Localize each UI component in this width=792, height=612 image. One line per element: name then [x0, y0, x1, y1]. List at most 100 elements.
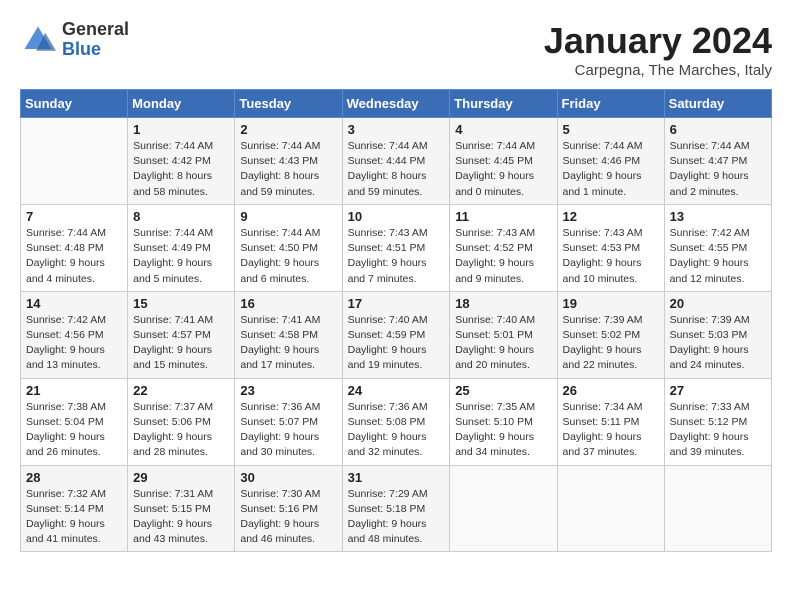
title-section: January 2024 Carpegna, The Marches, Ital… [544, 20, 772, 79]
day-number: 11 [455, 209, 551, 224]
calendar-day-cell: 18 Sunrise: 7:40 AM Sunset: 5:01 PM Dayli… [450, 291, 557, 378]
calendar-week-row: 21Sunrise: 7:38 AM Sunset: 5:04 PM Dayli… [21, 378, 772, 465]
day-number: 31 [348, 470, 445, 485]
calendar-day-cell: 13 Sunrise: 7:42 AM Sunset: 4:55 PM Dayli… [664, 204, 771, 291]
day-info: Sunrise: 7:40 AM Sunset: 4:59 PM Dayligh… [348, 313, 445, 374]
day-info: Sunrise: 7:42 AM Sunset: 4:56 PM Dayligh… [26, 313, 122, 374]
day-number: 7 [26, 209, 122, 224]
calendar-day-cell: 25Sunrise: 7:35 AM Sunset: 5:10 PM Dayli… [450, 378, 557, 465]
day-info: Sunrise: 7:43 AM Sunset: 4:53 PM Dayligh… [563, 226, 659, 287]
day-number: 21 [26, 383, 122, 398]
calendar-day-cell: 21Sunrise: 7:38 AM Sunset: 5:04 PM Dayli… [21, 378, 128, 465]
day-info: Sunrise: 7:36 AM Sunset: 5:08 PM Dayligh… [348, 400, 445, 461]
calendar-day-cell: 7 Sunrise: 7:44 AM Sunset: 4:48 PM Daylig… [21, 204, 128, 291]
day-number: 24 [348, 383, 445, 398]
day-info: Sunrise: 7:37 AM Sunset: 5:06 PM Dayligh… [133, 400, 229, 461]
calendar-week-row: 14Sunrise: 7:42 AM Sunset: 4:56 PM Dayli… [21, 291, 772, 378]
day-number: 23 [240, 383, 336, 398]
day-number: 19 [563, 296, 659, 311]
calendar-day-cell: 23 Sunrise: 7:36 AM Sunset: 5:07 PM Dayli… [235, 378, 342, 465]
day-number: 30 [240, 470, 336, 485]
logo-text: General Blue [62, 20, 129, 60]
day-info: Sunrise: 7:41 AM Sunset: 4:57 PM Dayligh… [133, 313, 229, 374]
day-info: Sunrise: 7:44 AM Sunset: 4:46 PM Dayligh… [563, 139, 659, 200]
day-number: 3 [348, 122, 445, 137]
day-number: 18 [455, 296, 551, 311]
logo: General Blue [20, 20, 129, 60]
day-info: Sunrise: 7:44 AM Sunset: 4:45 PM Dayligh… [455, 139, 551, 200]
calendar-day-cell: 24 Sunrise: 7:36 AM Sunset: 5:08 PM Dayli… [342, 378, 450, 465]
day-info: Sunrise: 7:29 AM Sunset: 5:18 PM Dayligh… [348, 487, 445, 548]
weekday-header: Wednesday [342, 90, 450, 118]
calendar-day-cell: 15 Sunrise: 7:41 AM Sunset: 4:57 PM Dayli… [128, 291, 235, 378]
calendar-day-cell: 5 Sunrise: 7:44 AM Sunset: 4:46 PM Daylig… [557, 118, 664, 205]
day-number: 6 [670, 122, 766, 137]
calendar-day-cell: 20Sunrise: 7:39 AM Sunset: 5:03 PM Dayli… [664, 291, 771, 378]
weekday-header: Saturday [664, 90, 771, 118]
calendar-day-cell: 10 Sunrise: 7:43 AM Sunset: 4:51 PM Dayli… [342, 204, 450, 291]
day-number: 28 [26, 470, 122, 485]
day-info: Sunrise: 7:44 AM Sunset: 4:44 PM Dayligh… [348, 139, 445, 200]
day-number: 27 [670, 383, 766, 398]
weekday-header: Thursday [450, 90, 557, 118]
calendar-day-cell: 27 Sunrise: 7:33 AM Sunset: 5:12 PM Dayli… [664, 378, 771, 465]
calendar-day-cell: 9Sunrise: 7:44 AM Sunset: 4:50 PM Daylig… [235, 204, 342, 291]
calendar-day-cell: 29 Sunrise: 7:31 AM Sunset: 5:15 PM Dayli… [128, 465, 235, 552]
day-info: Sunrise: 7:36 AM Sunset: 5:07 PM Dayligh… [240, 400, 336, 461]
day-info: Sunrise: 7:30 AM Sunset: 5:16 PM Dayligh… [240, 487, 336, 548]
day-info: Sunrise: 7:40 AM Sunset: 5:01 PM Dayligh… [455, 313, 551, 374]
day-number: 17 [348, 296, 445, 311]
day-info: Sunrise: 7:44 AM Sunset: 4:50 PM Dayligh… [240, 226, 336, 287]
day-number: 20 [670, 296, 766, 311]
day-number: 29 [133, 470, 229, 485]
calendar-day-cell: 19 Sunrise: 7:39 AM Sunset: 5:02 PM Dayli… [557, 291, 664, 378]
day-number: 4 [455, 122, 551, 137]
calendar-week-row: 1 Sunrise: 7:44 AM Sunset: 4:42 PM Daylig… [21, 118, 772, 205]
day-info: Sunrise: 7:34 AM Sunset: 5:11 PM Dayligh… [563, 400, 659, 461]
day-number: 5 [563, 122, 659, 137]
calendar-day-cell: 3 Sunrise: 7:44 AM Sunset: 4:44 PM Daylig… [342, 118, 450, 205]
calendar-day-cell: 30 Sunrise: 7:30 AM Sunset: 5:16 PM Dayli… [235, 465, 342, 552]
location-subtitle: Carpegna, The Marches, Italy [544, 62, 772, 79]
day-info: Sunrise: 7:44 AM Sunset: 4:48 PM Dayligh… [26, 226, 122, 287]
day-number: 1 [133, 122, 229, 137]
calendar-day-cell: 1 Sunrise: 7:44 AM Sunset: 4:42 PM Daylig… [128, 118, 235, 205]
calendar-day-cell: 17 Sunrise: 7:40 AM Sunset: 4:59 PM Dayli… [342, 291, 450, 378]
day-number: 13 [670, 209, 766, 224]
day-number: 12 [563, 209, 659, 224]
day-number: 16 [240, 296, 336, 311]
day-info: Sunrise: 7:32 AM Sunset: 5:14 PM Dayligh… [26, 487, 122, 548]
logo-icon [20, 22, 56, 58]
calendar-day-cell [664, 465, 771, 552]
day-number: 8 [133, 209, 229, 224]
calendar-day-cell: 28 Sunrise: 7:32 AM Sunset: 5:14 PM Dayli… [21, 465, 128, 552]
day-number: 26 [563, 383, 659, 398]
calendar-week-row: 7 Sunrise: 7:44 AM Sunset: 4:48 PM Daylig… [21, 204, 772, 291]
calendar-day-cell: 12 Sunrise: 7:43 AM Sunset: 4:53 PM Dayli… [557, 204, 664, 291]
calendar-header-row: SundayMondayTuesdayWednesdayThursdayFrid… [21, 90, 772, 118]
weekday-header: Monday [128, 90, 235, 118]
calendar-day-cell: 8 Sunrise: 7:44 AM Sunset: 4:49 PM Daylig… [128, 204, 235, 291]
calendar-day-cell: 6 Sunrise: 7:44 AM Sunset: 4:47 PM Daylig… [664, 118, 771, 205]
page-header: General Blue January 2024 Carpegna, The … [20, 20, 772, 79]
day-info: Sunrise: 7:44 AM Sunset: 4:49 PM Dayligh… [133, 226, 229, 287]
day-info: Sunrise: 7:44 AM Sunset: 4:42 PM Dayligh… [133, 139, 229, 200]
weekday-header: Friday [557, 90, 664, 118]
calendar-day-cell [21, 118, 128, 205]
calendar-day-cell: 26 Sunrise: 7:34 AM Sunset: 5:11 PM Dayli… [557, 378, 664, 465]
day-info: Sunrise: 7:43 AM Sunset: 4:51 PM Dayligh… [348, 226, 445, 287]
day-info: Sunrise: 7:44 AM Sunset: 4:47 PM Dayligh… [670, 139, 766, 200]
day-number: 15 [133, 296, 229, 311]
day-info: Sunrise: 7:42 AM Sunset: 4:55 PM Dayligh… [670, 226, 766, 287]
day-number: 10 [348, 209, 445, 224]
weekday-header: Sunday [21, 90, 128, 118]
day-info: Sunrise: 7:33 AM Sunset: 5:12 PM Dayligh… [670, 400, 766, 461]
day-number: 2 [240, 122, 336, 137]
month-title: January 2024 [544, 20, 772, 62]
calendar-day-cell [557, 465, 664, 552]
day-info: Sunrise: 7:39 AM Sunset: 5:02 PM Dayligh… [563, 313, 659, 374]
day-info: Sunrise: 7:31 AM Sunset: 5:15 PM Dayligh… [133, 487, 229, 548]
day-number: 25 [455, 383, 551, 398]
calendar-day-cell: 22Sunrise: 7:37 AM Sunset: 5:06 PM Dayli… [128, 378, 235, 465]
day-info: Sunrise: 7:44 AM Sunset: 4:43 PM Dayligh… [240, 139, 336, 200]
